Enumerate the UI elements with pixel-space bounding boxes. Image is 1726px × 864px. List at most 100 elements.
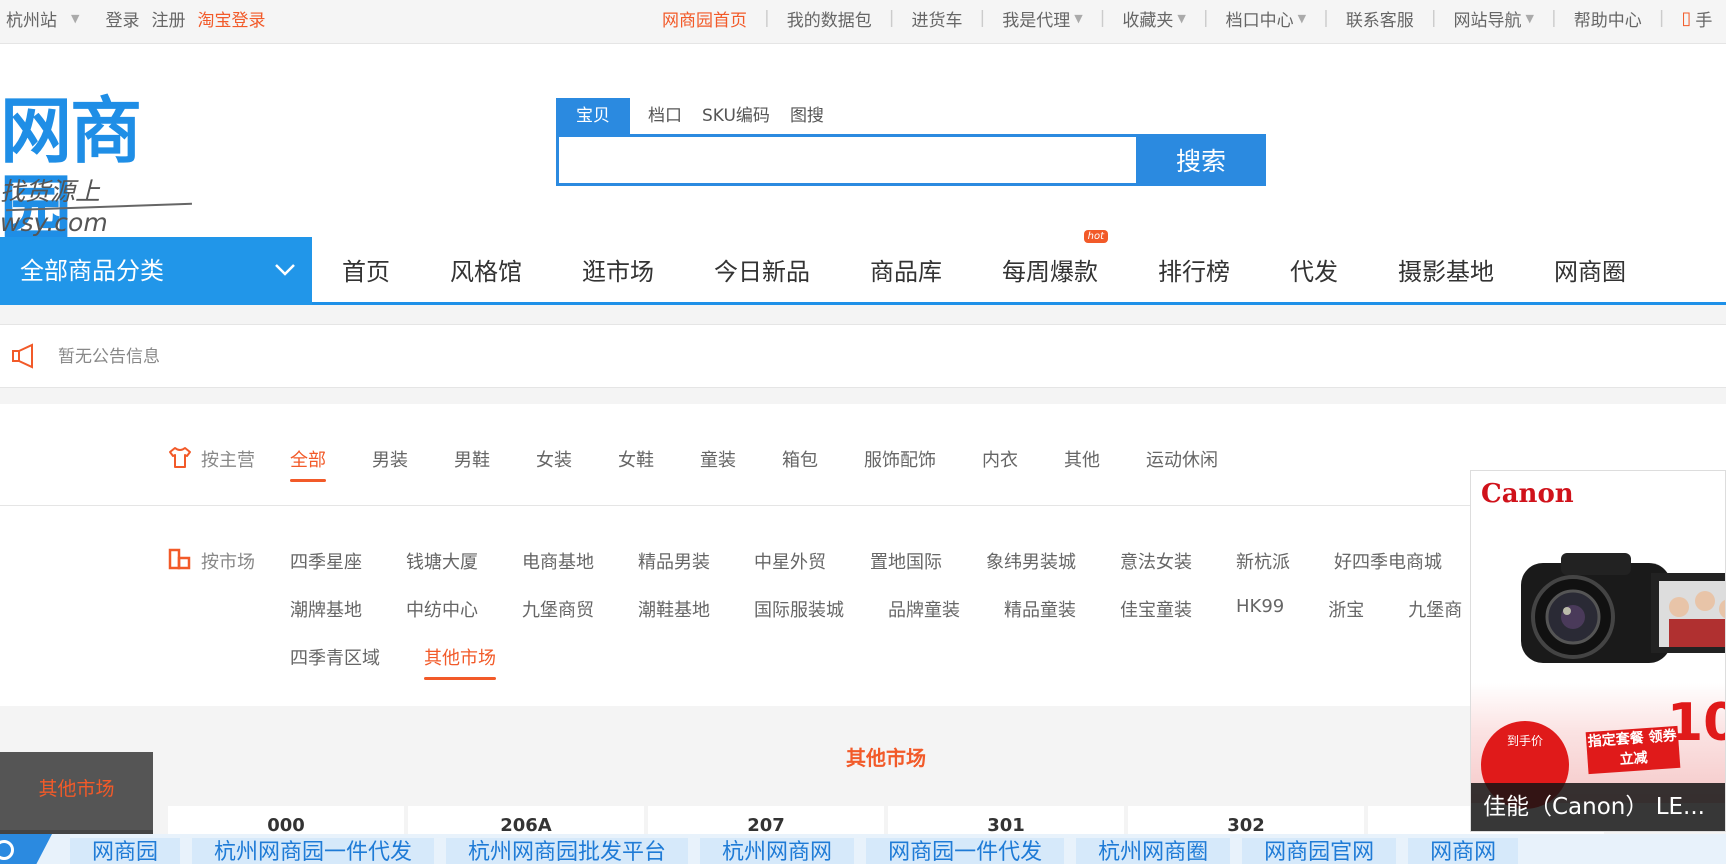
market-item[interactable]: 精品童装 <box>1004 596 1076 622</box>
top-link-mobile[interactable]: ▯ 手 <box>1681 6 1712 31</box>
taobao-login-link[interactable]: 淘宝登录 <box>197 6 265 31</box>
bottom-tag[interactable]: 杭州网商圈 <box>1076 838 1231 864</box>
nav-market[interactable]: 逛市场 <box>582 252 654 287</box>
market-item[interactable]: 中星外贸 <box>754 548 826 574</box>
market-item[interactable]: 电商基地 <box>522 548 594 574</box>
filter-main-item[interactable]: 男装 <box>372 446 408 472</box>
market-item[interactable]: 象纬男装城 <box>986 548 1076 574</box>
top-link-stall-center[interactable]: 档口中心 ▼ <box>1226 6 1306 31</box>
market-item[interactable]: 置地国际 <box>870 548 942 574</box>
nav-new-today[interactable]: 今日新品 <box>714 252 810 287</box>
bottom-tags: 网商园 杭州网商园一件代发 杭州网商园批发平台 杭州网商网 网商园一件代发 杭州… <box>70 838 1530 864</box>
search-tab-item[interactable]: 宝贝 <box>556 98 630 134</box>
market-item[interactable]: 中纺中心 <box>406 596 478 622</box>
market-item[interactable]: 潮鞋基地 <box>638 596 710 622</box>
bottom-logo-icon <box>0 834 52 864</box>
filter-main-item[interactable]: 女鞋 <box>618 446 654 472</box>
search-tab-stall[interactable]: 档口 <box>638 98 692 134</box>
megaphone-icon <box>12 343 36 369</box>
filter-main-item[interactable]: 男鞋 <box>454 446 490 472</box>
top-bar-left: 杭州站 ▼ 登录 注册 淘宝登录 <box>6 0 277 36</box>
megaphone-icon-svg <box>12 343 33 369</box>
market-item[interactable]: 钱塘大厦 <box>406 548 478 574</box>
filter-main-item[interactable]: 内衣 <box>982 446 1018 472</box>
bottom-tag[interactable]: 网商园一件代发 <box>866 838 1065 864</box>
nav-ranking[interactable]: 排行榜 <box>1158 252 1230 287</box>
top-link-agent[interactable]: 我是代理 ▼ <box>1002 6 1082 31</box>
chevron-down-icon: ▼ <box>71 11 80 25</box>
bottom-tag[interactable]: 网商园官网 <box>1242 838 1397 864</box>
stall-card[interactable]: 206A <box>408 806 644 836</box>
market-item[interactable]: 九堡商贸 <box>522 596 594 622</box>
stall-card[interactable]: 000 <box>168 806 404 836</box>
register-link[interactable]: 注册 <box>151 6 185 31</box>
top-bar: 杭州站 ▼ 登录 注册 淘宝登录 网商园首页 | 我的数据包 | 进货车 | 我… <box>0 0 1726 44</box>
search-tab-sku[interactable]: SKU编码 <box>692 98 780 134</box>
bottom-tag[interactable]: 网商园 <box>70 838 181 864</box>
market-item[interactable]: 四季星座 <box>290 548 362 574</box>
search-input[interactable] <box>556 134 1136 186</box>
nav-dropship[interactable]: 代发 <box>1290 252 1338 287</box>
search-ring-icon <box>0 840 14 860</box>
city-selector[interactable]: 杭州站 <box>6 6 57 31</box>
market-item-other-selected[interactable]: 其他市场 <box>424 644 496 680</box>
filter-main-all[interactable]: 全部 <box>290 446 326 482</box>
floating-side-label[interactable]: 其他市场 <box>0 752 153 834</box>
search-tab-image[interactable]: 图搜 <box>780 98 834 134</box>
chevron-down-icon: ▼ <box>1525 11 1535 25</box>
top-link-mobile-label: 手 <box>1695 10 1713 31</box>
filter-main-item[interactable]: 服饰配饰 <box>864 446 936 472</box>
chevron-down-icon: ▼ <box>1074 11 1083 25</box>
bottom-tag[interactable]: 杭州网商园一件代发 <box>192 838 435 864</box>
top-link-help[interactable]: 帮助中心 <box>1574 6 1642 31</box>
market-item[interactable]: 新杭派 <box>1236 548 1290 574</box>
bottom-tag[interactable]: 网商网 <box>1408 838 1519 864</box>
market-item[interactable]: HK99 <box>1236 596 1284 622</box>
nav-weekly-hot[interactable]: 每周爆款 hot <box>1002 230 1108 287</box>
top-link-data-pack[interactable]: 我的数据包 <box>787 6 872 31</box>
divider: | <box>1202 8 1209 28</box>
search-button[interactable]: 搜索 <box>1136 134 1266 186</box>
filter-main-item[interactable]: 童装 <box>700 446 736 472</box>
site-logo[interactable]: 网商园 找货源上wsy.com <box>0 92 200 248</box>
bottom-tag[interactable]: 杭州网商网 <box>700 838 855 864</box>
market-item[interactable]: 品牌童装 <box>888 596 960 622</box>
nav-style-hall[interactable]: 风格馆 <box>450 252 522 287</box>
top-link-cart[interactable]: 进货车 <box>911 6 962 31</box>
market-item[interactable]: 意法女装 <box>1120 548 1192 574</box>
market-item[interactable]: 浙宝 <box>1328 596 1364 622</box>
filter-main-item[interactable]: 箱包 <box>782 446 818 472</box>
stall-card[interactable]: 207 <box>648 806 884 836</box>
market-item[interactable]: 四季青区域 <box>290 644 380 670</box>
header: 网商园 找货源上wsy.com 宝贝 档口 SKU编码 图搜 搜索 <box>0 44 1726 248</box>
nav-weekly-hot-label: 每周爆款 <box>1002 258 1098 286</box>
stall-card[interactable]: 301 <box>888 806 1124 836</box>
market-item[interactable]: 好四季电商城 <box>1334 548 1442 574</box>
stall-card[interactable]: 302 <box>1128 806 1364 836</box>
top-link-favorites[interactable]: 收藏夹 ▼ <box>1122 6 1185 31</box>
top-link-home[interactable]: 网商园首页 <box>662 6 747 31</box>
nav-home[interactable]: 首页 <box>342 252 390 287</box>
top-link-support[interactable]: 联系客服 <box>1346 6 1414 31</box>
notice-bar: 暂无公告信息 <box>0 324 1726 388</box>
divider: | <box>888 8 895 28</box>
nav-product-library[interactable]: 商品库 <box>870 252 942 287</box>
market-item[interactable]: 佳宝童装 <box>1120 596 1192 622</box>
nav-photo-base[interactable]: 摄影基地 <box>1398 252 1494 287</box>
filter-market-row-3: 四季青区域 其他市场 <box>290 644 540 680</box>
nav-circle[interactable]: 网商圈 <box>1554 252 1626 287</box>
all-categories-button[interactable]: 全部商品分类 <box>0 237 312 305</box>
canon-ad[interactable]: Canon 10 到手价 指定套餐 领券立减 佳能（Canon） LE... <box>1470 470 1726 832</box>
market-item[interactable]: 国际服装城 <box>754 596 844 622</box>
bottom-tag[interactable]: 杭州网商园批发平台 <box>446 838 689 864</box>
divider: | <box>1658 8 1665 28</box>
top-link-site-nav[interactable]: 网站导航 ▼ <box>1454 6 1534 31</box>
market-item[interactable]: 潮牌基地 <box>290 596 362 622</box>
market-item[interactable]: 精品男装 <box>638 548 710 574</box>
login-link[interactable]: 登录 <box>105 6 139 31</box>
filter-main-item[interactable]: 女装 <box>536 446 572 472</box>
market-item[interactable]: 九堡商 <box>1408 596 1462 622</box>
filter-main-item[interactable]: 运动休闲 <box>1146 446 1218 472</box>
filter-main-item[interactable]: 其他 <box>1064 446 1100 472</box>
search-tabs: 宝贝 档口 SKU编码 图搜 <box>556 98 1266 134</box>
